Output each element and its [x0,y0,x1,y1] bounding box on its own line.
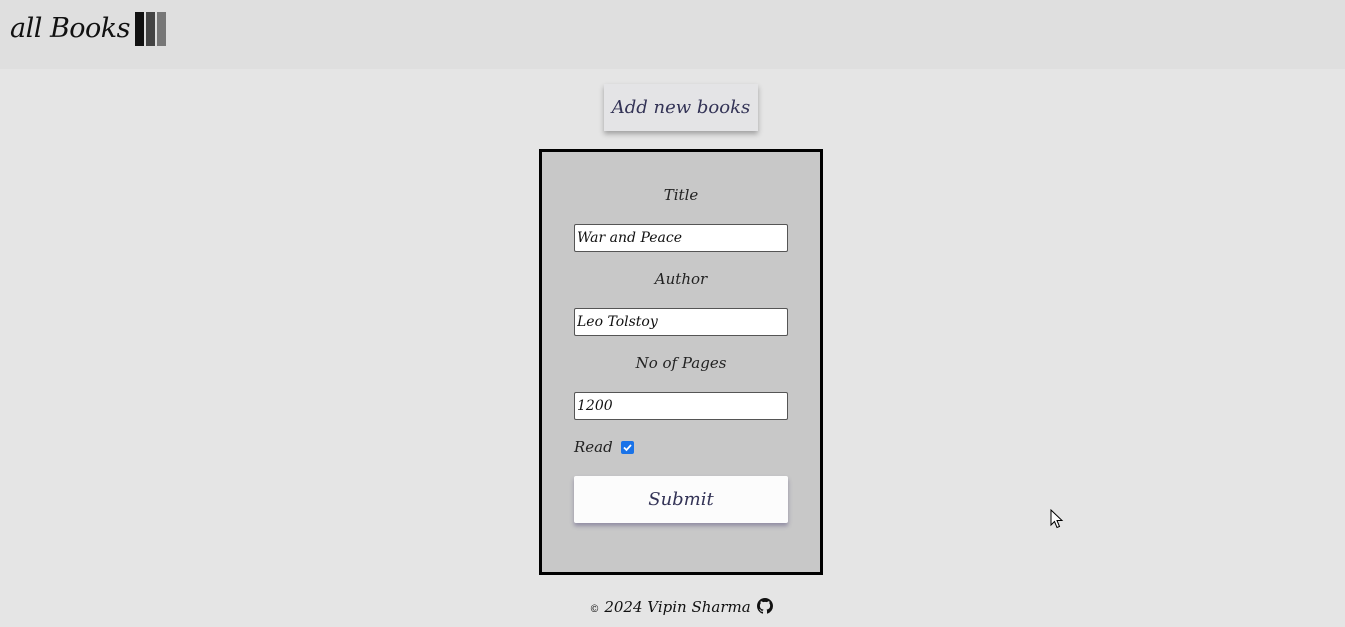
pages-input[interactable] [574,392,788,420]
app-title: all Books [10,13,131,44]
checkmark-icon [623,443,632,451]
mouse-cursor-icon [1050,509,1064,529]
read-row: Read [574,438,634,456]
top-bar: all Books [0,0,1345,69]
title-label: Title [663,186,699,204]
footer-text: 2024 Vipin Sharma [604,598,751,616]
read-label: Read [574,438,613,456]
footer: © 2024 Vipin Sharma [0,598,1345,616]
books-icon [135,12,167,46]
copyright-symbol: © [589,604,600,615]
logo: all Books [10,12,168,46]
book-form: Title Author No of Pages Read Submit [539,149,823,575]
author-input[interactable] [574,308,788,336]
author-label: Author [654,270,708,288]
read-checkbox[interactable] [620,440,634,454]
title-input[interactable] [574,224,788,252]
pages-label: No of Pages [635,354,727,372]
github-icon[interactable] [757,598,774,614]
add-new-books-button[interactable]: Add new books [604,84,758,131]
submit-button[interactable]: Submit [574,476,788,523]
